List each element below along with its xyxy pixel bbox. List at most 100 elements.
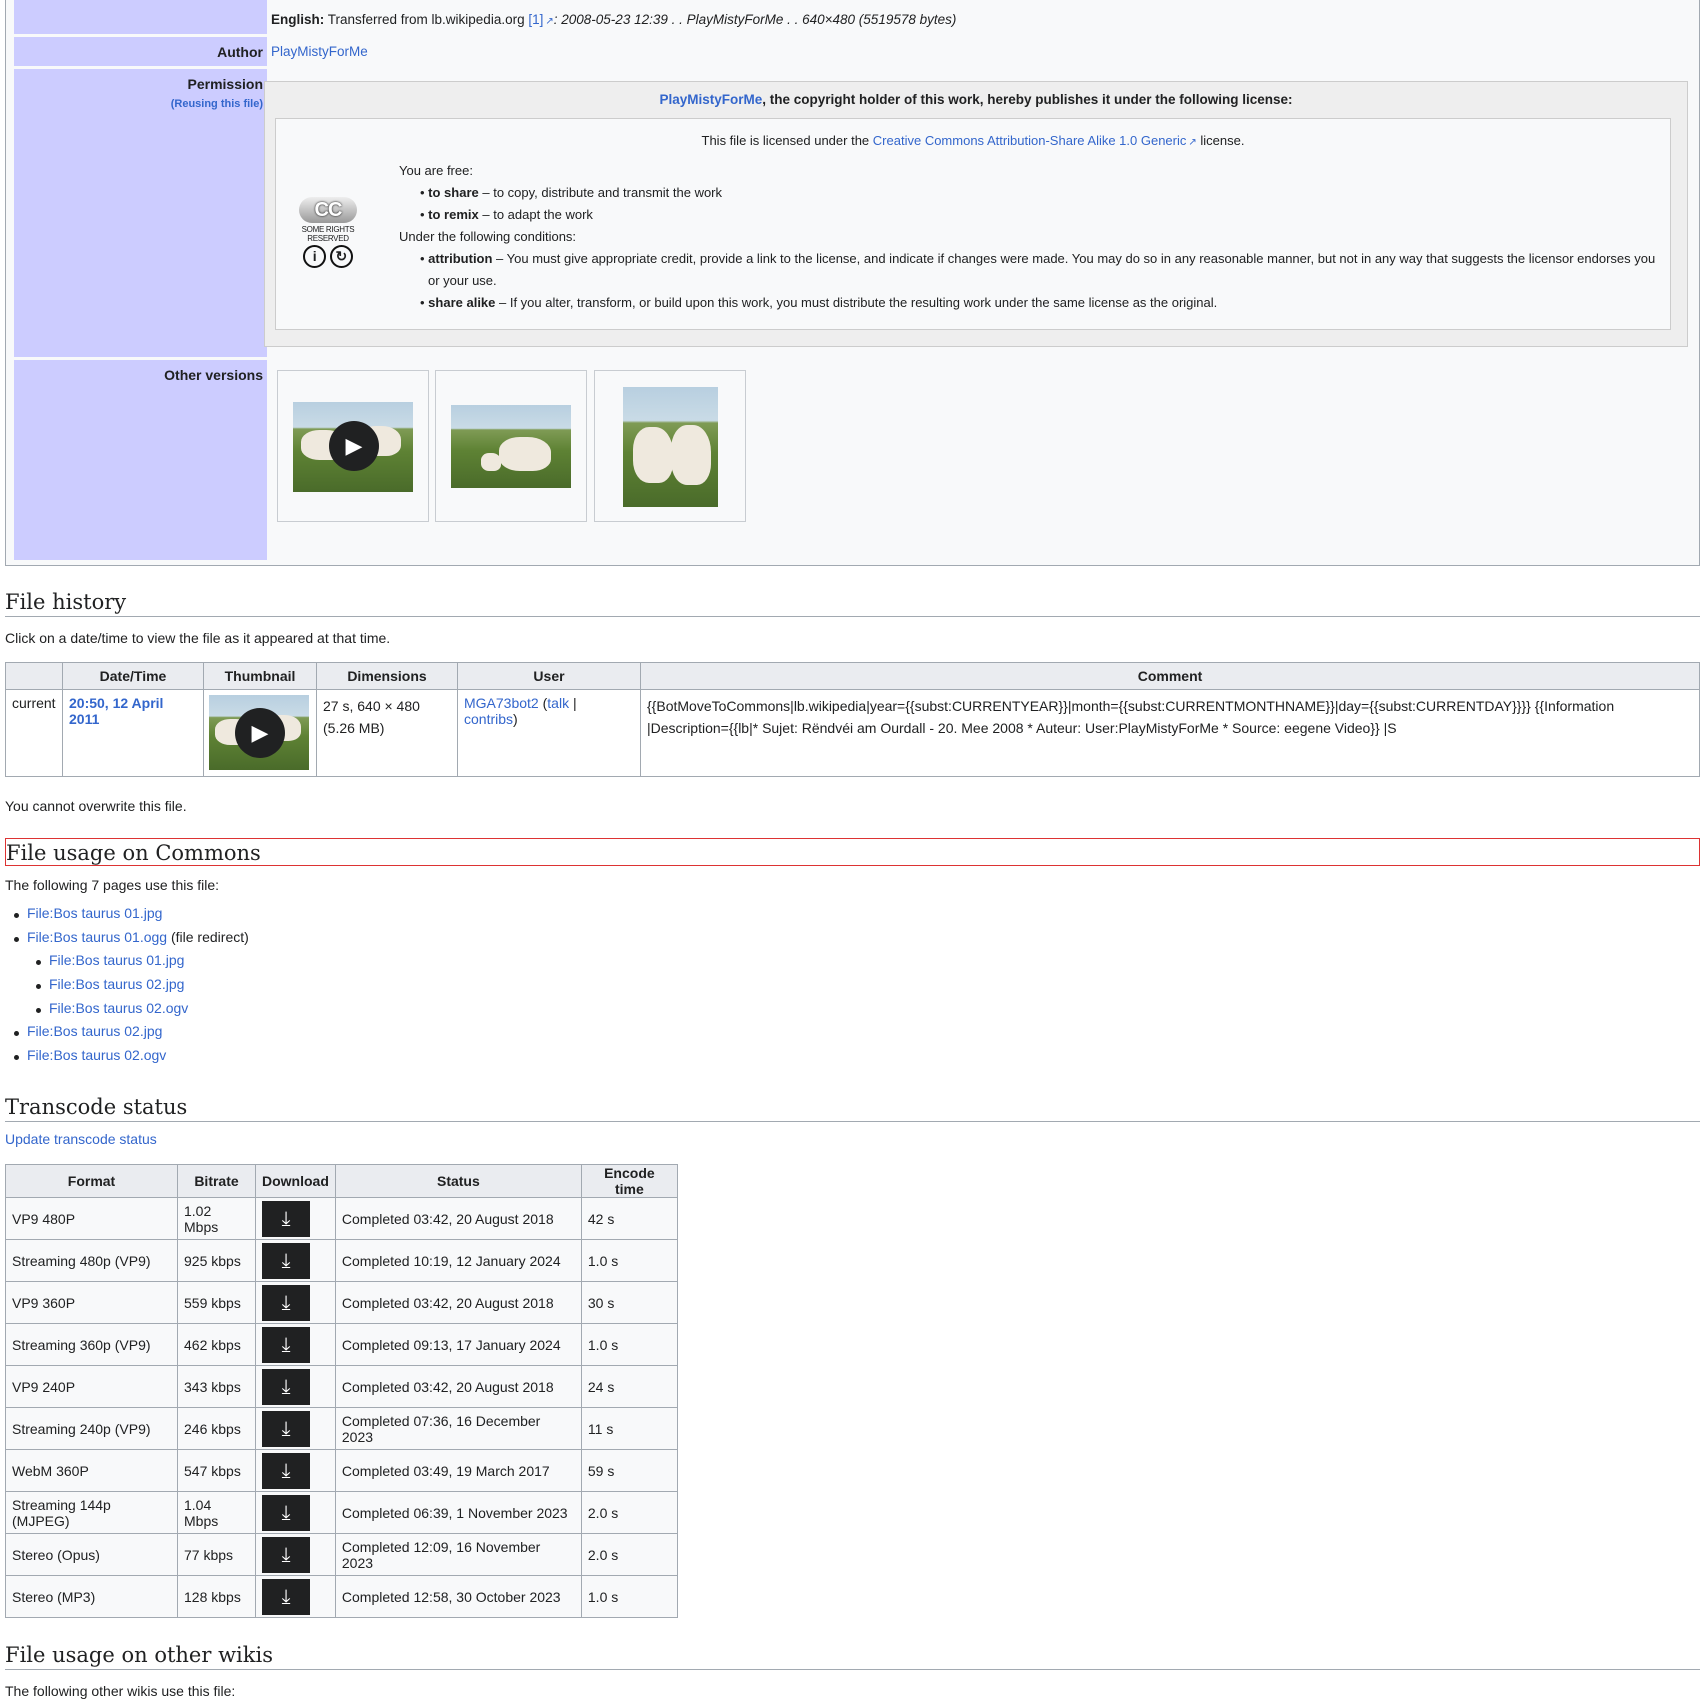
share-desc: – to copy, distribute and transmit the w… xyxy=(478,185,723,200)
download-icon[interactable]: ⤓ xyxy=(262,1578,310,1615)
column-header xyxy=(5,662,63,690)
list-item: File:Bos taurus 02.ogv xyxy=(14,1047,249,1071)
download-icon[interactable]: ⤓ xyxy=(262,1242,310,1279)
licensed-prefix: This file is licensed under the xyxy=(701,133,870,148)
permission-label: Permission (Reusing this file) xyxy=(14,69,267,357)
file-usage-intro: The following 7 pages use this file: xyxy=(5,877,220,893)
other-versions-row: Other versions xyxy=(14,360,1691,560)
license-holder-suffix: , the copyright holder of this work, her… xyxy=(762,92,1293,107)
encode-time-cell: 2.0 s xyxy=(580,1491,678,1534)
cc-small-text: SOME RIGHTS RESERVED xyxy=(301,225,355,243)
column-header: Download xyxy=(255,1164,336,1198)
format-cell: VP9 360P xyxy=(5,1281,178,1324)
free-heading: You are free: xyxy=(399,163,473,178)
encode-time-cell: 30 s xyxy=(580,1281,678,1324)
source-ref-link[interactable]: [1] xyxy=(528,12,553,27)
other-wikis-heading: File usage on other wikis xyxy=(5,1643,1700,1670)
usage-link[interactable]: File:Bos taurus 02.jpg xyxy=(49,976,184,992)
download-icon[interactable]: ⤓ xyxy=(262,1326,310,1363)
table-row: WebM 360P 547 kbps ⤓ Completed 03:49, 19 Ma… xyxy=(5,1449,678,1492)
other-version-2[interactable] xyxy=(435,370,587,522)
talk-link[interactable]: talk xyxy=(547,695,569,711)
thumbnail-image xyxy=(623,387,718,507)
file-history-table: Date/Time Thumbnail Dimensions User Comm… xyxy=(5,662,1700,777)
encode-time-cell: 2.0 s xyxy=(580,1533,678,1576)
source-row: English: Transferred from lb.wikipedia.o… xyxy=(14,0,1691,34)
transcode-table: Format Bitrate Download Status Encode ti… xyxy=(5,1164,678,1618)
transcode-heading: Transcode status xyxy=(5,1095,1700,1122)
bitrate-cell: 547 kbps xyxy=(177,1449,256,1492)
license-box: PlayMistyForMe, the copyright holder of … xyxy=(264,81,1688,347)
datetime-link[interactable]: 20:50, 12 April 2011 xyxy=(69,695,163,727)
usage-link[interactable]: File:Bos taurus 01.jpg xyxy=(27,905,162,921)
encode-time-cell: 1.0 s xyxy=(580,1323,678,1366)
contribs-link[interactable]: contribs xyxy=(464,711,513,727)
download-icon[interactable]: ⤓ xyxy=(262,1494,310,1531)
row-status: current xyxy=(5,689,63,777)
cc-logo-icon: CC SOME RIGHTS RESERVED i ↻ xyxy=(288,197,368,268)
other-wikis-intro: The following other wikis use this file: xyxy=(5,1683,236,1699)
other-versions-label: Other versions xyxy=(14,360,267,560)
table-row: Stereo (Opus) 77 kbps ⤓ Completed 12:09, 16… xyxy=(5,1533,678,1576)
author-link[interactable]: PlayMistyForMe xyxy=(271,44,368,59)
table-row: Stereo (MP3) 128 kbps ⤓ Completed 12:58, 30… xyxy=(5,1575,678,1618)
format-cell: Stereo (MP3) xyxy=(5,1575,178,1618)
source-text: Transferred from lb.wikipedia.org xyxy=(327,12,525,27)
file-size: (5.26 MB) xyxy=(323,720,385,736)
license-holder-link[interactable]: PlayMistyForMe xyxy=(659,92,762,107)
usage-link[interactable]: File:Bos taurus 02.jpg xyxy=(27,1023,162,1039)
sa-icon: ↻ xyxy=(329,245,353,268)
user-link[interactable]: MGA73bot2 xyxy=(464,695,539,711)
bitrate-cell: 559 kbps xyxy=(177,1281,256,1324)
encode-time-cell: 59 s xyxy=(580,1449,678,1492)
author-row: Author PlayMistyForMe xyxy=(14,37,1691,66)
format-cell: VP9 480P xyxy=(5,1197,178,1240)
usage-link[interactable]: File:Bos taurus 02.ogv xyxy=(27,1047,166,1063)
table-row: VP9 240P 343 kbps ⤓ Completed 03:42, 20 Aug… xyxy=(5,1365,678,1408)
source-log: : 2008-05-23 12:39 . . PlayMistyForMe . … xyxy=(553,12,957,27)
file-history-heading: File history xyxy=(5,590,1700,617)
encode-time-cell: 11 s xyxy=(580,1407,678,1450)
table-row: Streaming 240p (VP9) 246 kbps ⤓ Completed 0… xyxy=(5,1407,678,1450)
download-icon[interactable]: ⤓ xyxy=(262,1284,310,1321)
other-version-1[interactable]: ▶ xyxy=(277,370,429,522)
license-inner: This file is licensed under the Creative… xyxy=(275,118,1671,330)
download-icon[interactable]: ⤓ xyxy=(262,1368,310,1405)
overwrite-note: You cannot overwrite this file. xyxy=(5,798,187,814)
download-icon[interactable]: ⤓ xyxy=(262,1536,310,1573)
attr-term: attribution xyxy=(428,251,493,266)
license-name-link[interactable]: Creative Commons Attribution-Share Alike… xyxy=(873,133,1197,148)
column-header: Dimensions xyxy=(316,662,458,690)
column-header: Comment xyxy=(640,662,1700,690)
play-icon[interactable]: ▶ xyxy=(329,421,379,471)
encode-time-cell: 1.0 s xyxy=(580,1239,678,1282)
other-version-3[interactable] xyxy=(594,370,746,522)
status-cell: Completed 03:42, 20 August 2018 xyxy=(334,1281,582,1324)
play-icon[interactable]: ▶ xyxy=(235,708,285,758)
usage-link[interactable]: File:Bos taurus 01.ogg xyxy=(27,929,167,945)
reusing-link[interactable]: (Reusing this file) xyxy=(171,98,263,110)
bitrate-cell: 343 kbps xyxy=(177,1365,256,1408)
usage-link[interactable]: File:Bos taurus 01.jpg xyxy=(49,952,184,968)
bitrate-cell: 925 kbps xyxy=(177,1239,256,1282)
status-cell: Completed 07:36, 16 December 2023 xyxy=(334,1407,582,1450)
permission-label-text: Permission xyxy=(187,76,263,92)
list-item: File:Bos taurus 02.ogv xyxy=(36,1000,249,1024)
author-label: Author xyxy=(14,37,267,66)
download-icon[interactable]: ⤓ xyxy=(262,1200,310,1237)
column-header: Encode time xyxy=(580,1164,678,1198)
download-icon[interactable]: ⤓ xyxy=(262,1452,310,1489)
format-cell: WebM 360P xyxy=(5,1449,178,1492)
usage-link[interactable]: File:Bos taurus 02.ogv xyxy=(49,1000,188,1016)
table-row: Streaming 360p (VP9) 462 kbps ⤓ Completed 0… xyxy=(5,1323,678,1366)
cc-badge: CC xyxy=(299,197,357,223)
status-cell: Completed 12:58, 30 October 2023 xyxy=(334,1575,582,1618)
format-cell: Streaming 240p (VP9) xyxy=(5,1407,178,1450)
status-cell: Completed 03:42, 20 August 2018 xyxy=(334,1365,582,1408)
bitrate-cell: 246 kbps xyxy=(177,1407,256,1450)
update-transcode-link[interactable]: Update transcode status xyxy=(5,1131,157,1147)
format-cell: Streaming 480p (VP9) xyxy=(5,1239,178,1282)
bitrate-cell: 77 kbps xyxy=(177,1533,256,1576)
column-header: Format xyxy=(5,1164,178,1198)
download-icon[interactable]: ⤓ xyxy=(262,1410,310,1447)
